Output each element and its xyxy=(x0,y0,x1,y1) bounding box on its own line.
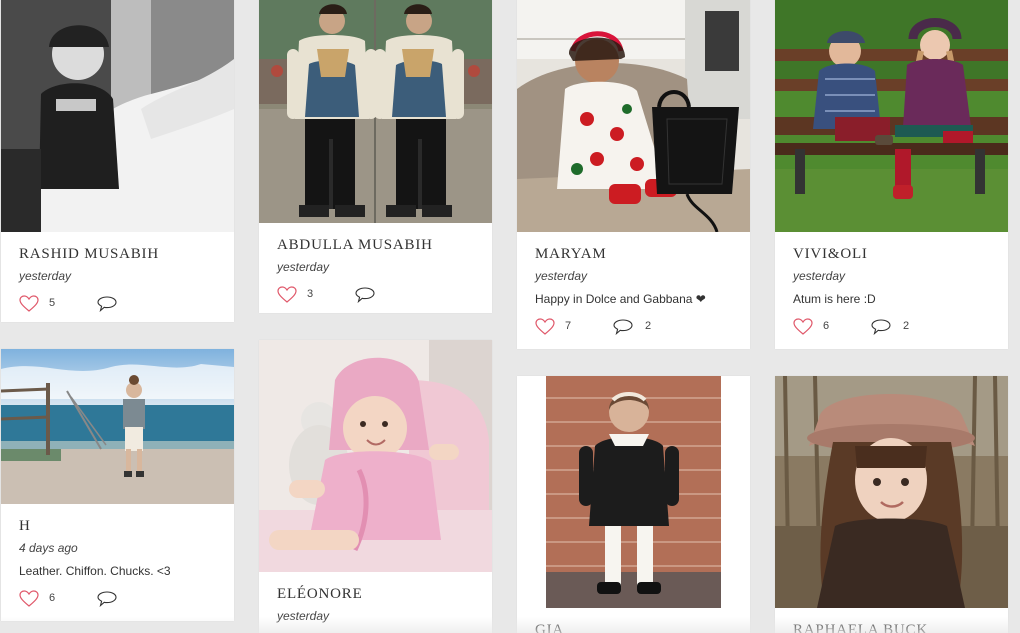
user-name[interactable]: H xyxy=(19,517,216,535)
post-photo[interactable] xyxy=(775,376,1008,608)
post-card[interactable]: H 4 days ago Leather. Chiffon. Chucks. <… xyxy=(1,349,234,621)
like-count: 6 xyxy=(823,320,830,332)
post-card[interactable]: ELÉONORE yesterday xyxy=(259,340,492,633)
post-photo[interactable] xyxy=(1,0,234,232)
post-caption: Happy in Dolce and Gabbana ❤ xyxy=(535,292,706,306)
like-count: 3 xyxy=(307,288,314,300)
post-photo[interactable] xyxy=(517,0,750,232)
user-name[interactable]: GIA xyxy=(535,621,732,633)
speech-bubble-icon xyxy=(97,590,117,607)
post-card[interactable]: ABDULLA MUSABIH yesterday 3 xyxy=(259,0,492,313)
speech-bubble-icon xyxy=(97,295,117,312)
like-button[interactable]: 7 xyxy=(535,317,613,335)
post-photo[interactable] xyxy=(1,349,234,504)
post-photo[interactable] xyxy=(259,0,492,223)
speech-bubble-icon xyxy=(613,318,633,335)
post-actions: 6 xyxy=(19,588,216,608)
heart-icon xyxy=(19,294,39,312)
post-card[interactable]: MARYAM yesterday Happy in Dolce and Gabb… xyxy=(517,0,750,349)
post-card[interactable]: GIA xyxy=(517,376,750,633)
speech-bubble-icon xyxy=(355,286,375,303)
comment-button[interactable] xyxy=(97,295,129,312)
like-count: 5 xyxy=(49,297,56,309)
like-button[interactable]: 6 xyxy=(793,317,871,335)
heart-icon xyxy=(277,285,297,303)
comment-button[interactable]: 2 xyxy=(871,318,909,335)
speech-bubble-icon xyxy=(871,318,891,335)
like-button[interactable]: 3 xyxy=(277,285,355,303)
post-card[interactable]: RASHID MUSABIH yesterday 5 xyxy=(1,0,234,322)
comment-button[interactable]: 2 xyxy=(613,318,651,335)
post-caption: Leather. Chiffon. Chucks. <3 xyxy=(19,564,171,578)
heart-icon xyxy=(19,589,39,607)
comment-button[interactable] xyxy=(355,286,387,303)
comment-count: 2 xyxy=(903,320,910,332)
post-time: yesterday xyxy=(277,609,330,623)
post-time: yesterday xyxy=(793,269,846,283)
user-name[interactable]: RAPHAELA BUCK xyxy=(793,621,990,633)
post-time: yesterday xyxy=(277,260,330,274)
post-card[interactable]: RAPHAELA BUCK xyxy=(775,376,1008,633)
post-photo[interactable] xyxy=(517,376,750,608)
user-name[interactable]: ELÉONORE xyxy=(277,585,474,603)
post-time: yesterday xyxy=(19,269,72,283)
post-caption: Atum is here :D xyxy=(793,292,876,306)
post-actions: 6 2 xyxy=(793,316,990,336)
user-name[interactable]: RASHID MUSABIH xyxy=(19,245,216,263)
comment-button[interactable] xyxy=(97,590,129,607)
post-time: 4 days ago xyxy=(19,541,78,555)
user-name[interactable]: MARYAM xyxy=(535,245,732,263)
post-actions: 7 2 xyxy=(535,316,732,336)
like-count: 7 xyxy=(565,320,572,332)
post-card[interactable]: VIVI&OLI yesterday Atum is here :D 6 2 xyxy=(775,0,1008,349)
heart-icon xyxy=(535,317,555,335)
post-time: yesterday xyxy=(535,269,588,283)
post-actions: 3 xyxy=(277,284,474,304)
user-name[interactable]: ABDULLA MUSABIH xyxy=(277,236,474,254)
heart-icon xyxy=(793,317,813,335)
post-photo[interactable] xyxy=(775,0,1008,232)
like-button[interactable]: 6 xyxy=(19,589,97,607)
user-name[interactable]: VIVI&OLI xyxy=(793,245,990,263)
comment-count: 2 xyxy=(645,320,652,332)
post-photo[interactable] xyxy=(259,340,492,572)
like-count: 6 xyxy=(49,592,56,604)
post-actions: 5 xyxy=(19,293,216,313)
like-button[interactable]: 5 xyxy=(19,294,97,312)
